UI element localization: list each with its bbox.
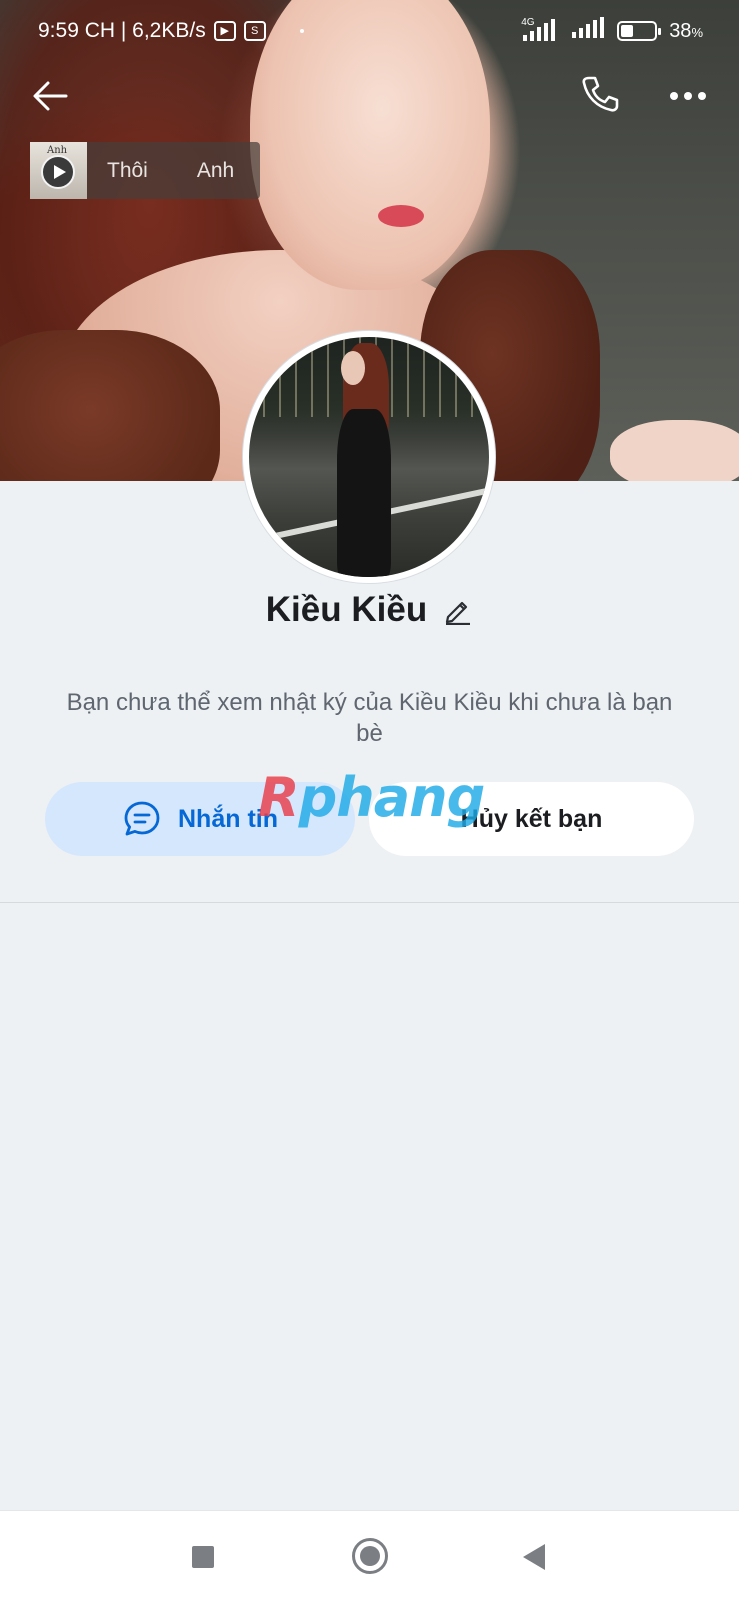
more-options-button[interactable]	[668, 76, 716, 124]
music-thumbnail: Anh	[30, 142, 87, 199]
signal-4g-icon: 4G	[519, 17, 559, 43]
battery-fill	[621, 25, 634, 37]
battery-level: 38%	[669, 19, 703, 42]
profile-name-row: Kiều Kiều	[0, 590, 739, 630]
chat-bubble-icon	[124, 801, 160, 836]
youtube-icon: ▶	[213, 21, 236, 41]
profile-music-chip[interactable]: Anh Thôi Anh	[30, 142, 260, 199]
music-artist: Anh	[196, 158, 235, 182]
signal-icon	[571, 17, 605, 45]
recent-apps-button[interactable]	[192, 1546, 214, 1568]
privacy-notice: Bạn chưa thể xem nhật ký của Kiều Kiều k…	[66, 689, 673, 747]
home-button[interactable]	[352, 1538, 388, 1574]
system-navigation-bar	[0, 1510, 739, 1600]
status-time-speed: 9:59 CH | 6,2KB/s	[38, 19, 206, 42]
network-type-label: 4G	[521, 17, 535, 28]
section-divider	[0, 902, 739, 903]
phone-icon	[582, 76, 619, 112]
pencil-icon	[446, 601, 471, 626]
back-button[interactable]	[30, 76, 78, 124]
back-arrow-icon	[33, 81, 68, 111]
edit-name-button[interactable]	[443, 595, 473, 626]
shopee-icon: S	[243, 21, 266, 41]
system-back-button[interactable]	[523, 1544, 545, 1570]
avatar[interactable]	[249, 337, 489, 577]
battery-icon	[617, 21, 662, 41]
unfriend-label: Hủy kết bạn	[460, 804, 603, 833]
status-bar: 9:59 CH | 6,2KB/s ▶ S 4G 38%	[0, 0, 739, 66]
call-button[interactable]	[580, 74, 628, 122]
send-message-button[interactable]: Nhắn tin	[45, 782, 355, 856]
notification-dot-icon	[299, 29, 304, 33]
profile-name: Kiều Kiều	[265, 590, 428, 629]
send-message-label: Nhắn tin	[178, 804, 278, 833]
play-icon[interactable]	[41, 155, 75, 189]
profile-screen: 9:59 CH | 6,2KB/s ▶ S 4G 38% Anh Thôi An…	[0, 0, 739, 1600]
music-title: Thôi	[107, 158, 148, 182]
unfriend-button[interactable]: Hủy kết bạn	[369, 782, 694, 856]
more-dots-icon	[670, 92, 706, 100]
